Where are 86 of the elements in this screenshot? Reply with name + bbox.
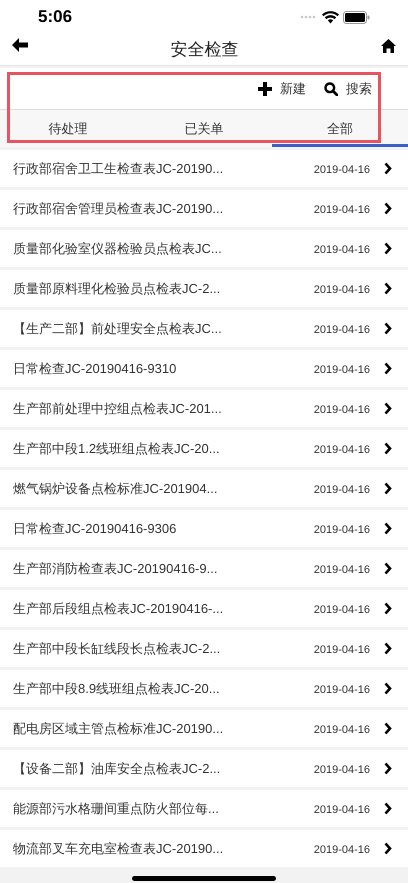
chevron-right-icon [384,362,392,375]
chevron-right-icon [384,282,392,295]
record-title: 日常检查JC-20190416-9306 [13,520,176,538]
record-row[interactable]: 能源部污水格珊间重点防火部位每... 2019-04-16 [0,790,408,827]
record-row[interactable]: 质量部原料理化检验员点检表JC-2... 2019-04-16 [0,270,408,307]
chevron-right-icon [384,202,392,215]
record-row[interactable]: 【设备二部】油库安全点检表JC-2... 2019-04-16 [0,750,408,787]
record-date: 2019-04-16 [314,802,370,818]
record-title: 燃气锅炉设备点检标准JC-201904... [13,480,218,498]
record-row[interactable]: 生产部消防检查表JC-20190416-9... 2019-04-16 [0,550,408,587]
record-row[interactable]: 日常检查JC-20190416-9310 2019-04-16 [0,350,408,387]
record-date: 2019-04-16 [314,602,370,618]
record-date: 2019-04-16 [314,282,370,298]
search-button[interactable]: 搜索 [324,78,372,98]
chevron-right-icon [384,162,392,175]
record-date: 2019-04-16 [314,482,370,498]
record-date: 2019-04-16 [314,762,370,778]
record-row[interactable]: 行政部宿舍管理员检查表JC-20190... 2019-04-16 [0,190,408,227]
record-title: 生产部消防检查表JC-20190416-9... [13,560,218,578]
chevron-right-icon [384,842,392,855]
record-title: 日常检查JC-20190416-9310 [13,360,176,378]
chevron-right-icon [384,682,392,695]
chevron-right-icon [384,322,392,335]
chevron-right-icon [384,242,392,255]
record-title: 质量部原料理化检验员点检表JC-2... [13,280,220,298]
record-date: 2019-04-16 [314,522,370,538]
chevron-right-icon [384,602,392,615]
record-title: 【生产二部】前处理安全点检表JC... [13,320,222,338]
home-button[interactable] [381,38,396,52]
cellular-signal-icon [300,15,318,19]
record-title: 行政部宿舍管理员检查表JC-20190... [13,200,224,218]
record-date: 2019-04-16 [314,682,370,698]
chevron-right-icon [384,522,392,535]
record-date: 2019-04-16 [314,722,370,738]
record-date: 2019-04-16 [314,402,370,418]
record-row[interactable]: 质量部化验室仪器检验员点检表JC... 2019-04-16 [0,230,408,267]
record-title: 质量部化验室仪器检验员点检表JC... [13,240,222,258]
record-row[interactable]: 生产部中段1.2线班组点检表JC-20... 2019-04-16 [0,430,408,467]
record-title: 物流部叉车充电室检查表JC-20190... [13,840,224,858]
record-row[interactable]: 生产部前处理中控组点检表JC-201... 2019-04-16 [0,390,408,427]
record-row[interactable]: 生产部中段8.9线班组点检表JC-20... 2019-04-16 [0,670,408,707]
tab[interactable]: 待处理 [0,110,136,147]
new-button[interactable]: 新建 [258,78,306,98]
record-date: 2019-04-16 [314,562,370,578]
record-title: 生产部中段8.9线班组点检表JC-20... [13,680,220,698]
record-date: 2019-04-16 [314,322,370,338]
chevron-right-icon [384,722,392,735]
record-title: 生产部前处理中控组点检表JC-201... [13,400,222,418]
record-row[interactable]: 【生产二部】前处理安全点检表JC... 2019-04-16 [0,310,408,347]
record-title: 生产部中段长缸线段长点检表JC-2... [13,640,220,658]
chevron-right-icon [384,402,392,415]
record-date: 2019-04-16 [314,642,370,658]
record-date: 2019-04-16 [314,362,370,378]
battery-icon [343,10,370,24]
record-title: 生产部中段1.2线班组点检表JC-20... [13,440,220,458]
record-row[interactable]: 物流部叉车充电室检查表JC-20190... 2019-04-16 [0,830,408,867]
record-date: 2019-04-16 [314,842,370,858]
record-row[interactable]: 配电房区域主管点检标准JC-20190... 2019-04-16 [0,710,408,747]
search-icon [324,82,338,96]
chevron-right-icon [384,802,392,815]
record-title: 能源部污水格珊间重点防火部位每... [13,800,219,818]
back-button[interactable] [12,38,28,52]
plus-icon [258,82,272,96]
chevron-right-icon [384,482,392,495]
record-date: 2019-04-16 [314,242,370,258]
status-time: 5:06 [38,6,72,28]
record-title: 配电房区域主管点检标准JC-20190... [13,720,224,738]
page-title: 安全检查 [170,38,238,61]
chevron-right-icon [384,642,392,655]
record-date: 2019-04-16 [314,442,370,458]
record-title: 生产部后段组点检表JC-20190416-... [13,600,224,618]
record-row[interactable]: 日常检查JC-20190416-9306 2019-04-16 [0,510,408,547]
record-row[interactable]: 燃气锅炉设备点检标准JC-201904... 2019-04-16 [0,470,408,507]
tab[interactable]: 已关单 [136,110,272,147]
record-row[interactable]: 生产部中段长缸线段长点检表JC-2... 2019-04-16 [0,630,408,667]
tab[interactable]: 全部 [272,110,408,147]
record-date: 2019-04-16 [314,162,370,178]
chevron-right-icon [384,442,392,455]
chevron-right-icon [384,762,392,775]
record-title: 行政部宿舍卫工生检查表JC-20190... [13,160,224,178]
record-title: 【设备二部】油库安全点检表JC-2... [13,760,220,778]
record-date: 2019-04-16 [314,202,370,218]
chevron-right-icon [384,562,392,575]
record-row[interactable]: 行政部宿舍卫工生检查表JC-20190... 2019-04-16 [0,150,408,187]
record-row[interactable]: 生产部后段组点检表JC-20190416-... 2019-04-16 [0,590,408,627]
wifi-icon [322,10,339,24]
